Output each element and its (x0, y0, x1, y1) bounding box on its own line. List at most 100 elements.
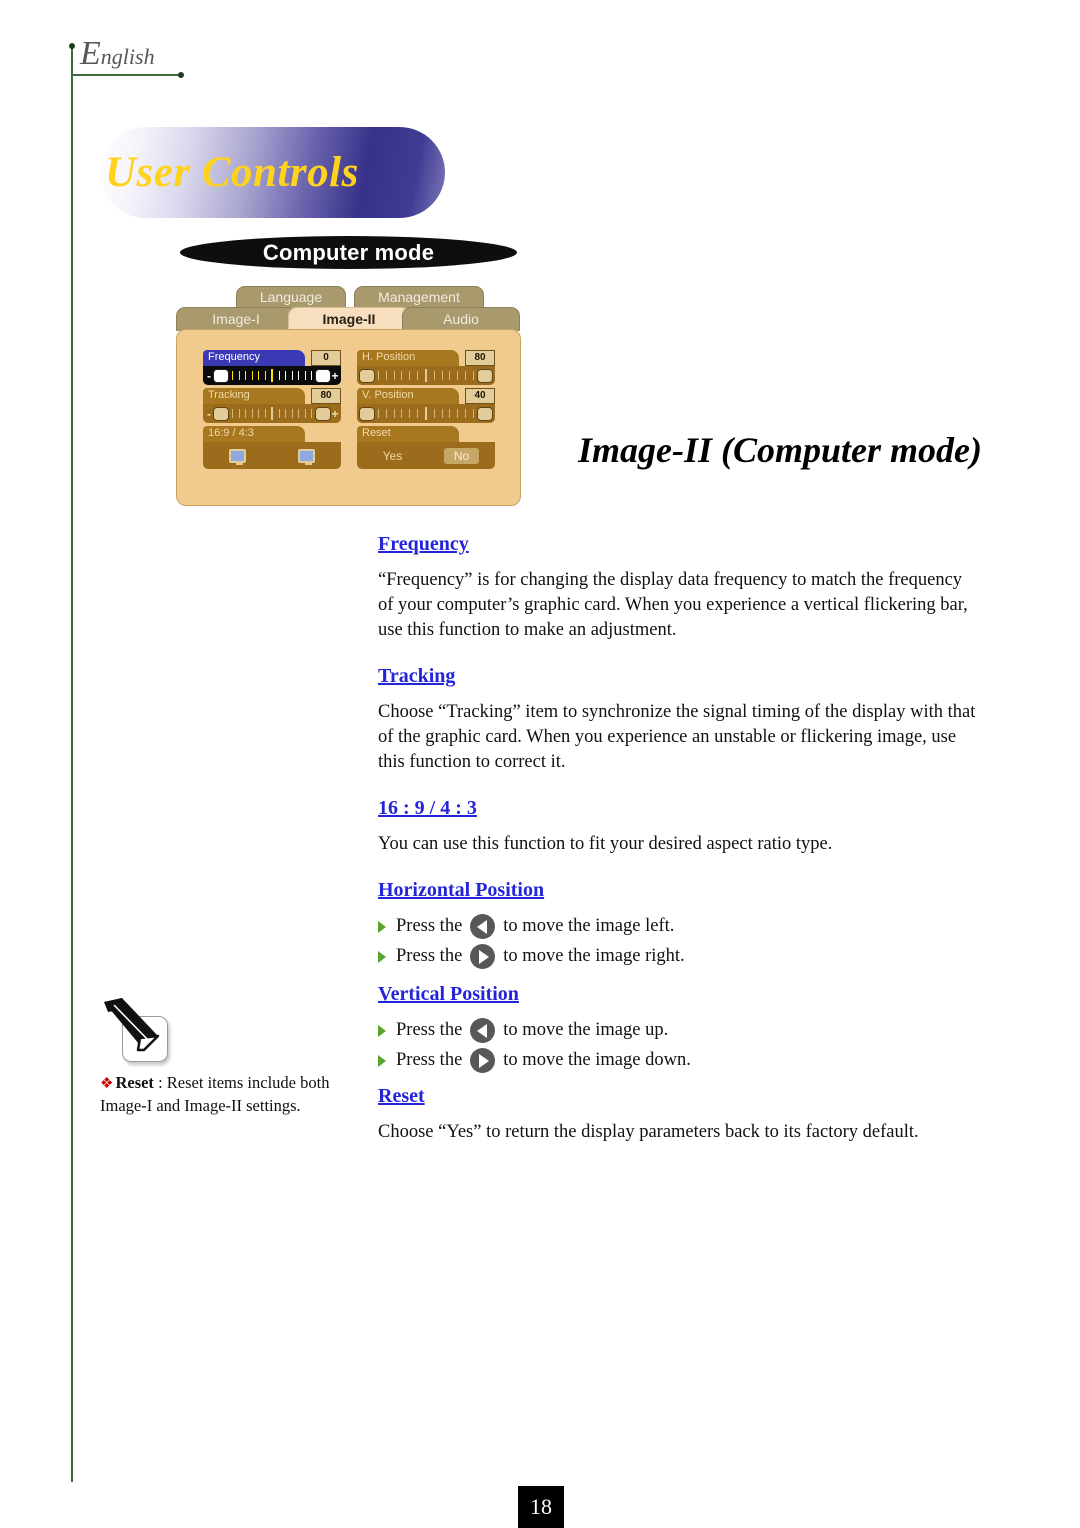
osd-item-tracking[interactable]: Tracking 80 - + (203, 388, 341, 423)
v-position-down-icon (477, 406, 493, 421)
arrow-left-icon[interactable] (470, 914, 496, 939)
section-horizontal-position: Horizontal Position Press the to move th… (378, 879, 978, 969)
osd-item-h-position-label: H. Position (357, 350, 459, 366)
osd-minus-sign[interactable]: - (205, 407, 213, 421)
section-heading-frequency: Frequency (378, 533, 469, 555)
section-tracking: Tracking Choose “Tracking” item to synch… (378, 665, 978, 775)
note-bullet-icon: ❖ (100, 1076, 114, 1092)
h-position-right-icon (477, 368, 493, 383)
osd-reset-no-button[interactable]: No (443, 447, 480, 464)
tracking-grid-large-icon (315, 406, 331, 421)
margin-note: ❖ Reset : Reset items include both Image-… (100, 998, 345, 1116)
osd-item-h-position-slider[interactable] (357, 366, 495, 385)
osd-item-frequency-slider[interactable]: - + (203, 366, 341, 385)
note-text: ❖ Reset : Reset items include both Image-… (100, 1072, 345, 1116)
section-frequency: Frequency “Frequency” is for changing th… (378, 533, 978, 643)
note-pencil-icon (100, 998, 168, 1062)
rule-dot-top (69, 43, 75, 49)
osd-item-v-position-header: V. Position 40 (357, 388, 495, 404)
osd-plus-sign[interactable]: + (331, 369, 339, 383)
arrow-right-icon[interactable] (470, 944, 496, 969)
section-heading-reset: Reset (378, 1085, 425, 1107)
bullet-item: Press the to move the image down. (378, 1048, 978, 1073)
osd-item-frequency-label: Frequency (203, 350, 305, 366)
tracking-grid-small-icon (213, 406, 229, 421)
osd-item-tracking-value: 80 (311, 388, 341, 404)
osd-item-frequency[interactable]: Frequency 0 - + (203, 350, 341, 385)
osd-item-aspect-ratio[interactable]: 16:9 / 4:3 (203, 426, 341, 469)
osd-v-position-ticks (375, 407, 477, 420)
language-label-rest: nglish (100, 44, 155, 69)
osd-item-tracking-slider[interactable]: - + (203, 404, 341, 423)
osd-item-v-position-slider[interactable] (357, 404, 495, 423)
osd-item-frequency-header: Frequency 0 (203, 350, 341, 366)
osd-tab-image-i[interactable]: Image-I (176, 307, 296, 331)
osd-item-h-position[interactable]: H. Position 80 (357, 350, 495, 385)
monitor-widescreen-icon[interactable] (229, 448, 246, 465)
osd-tab-language[interactable]: Language (236, 286, 346, 308)
section-heading-aspect-ratio: 16 : 9 / 4 : 3 (378, 797, 477, 819)
v-position-up-icon (359, 406, 375, 421)
osd-minus-sign[interactable]: - (205, 369, 213, 383)
bullet-press-label: Press the (396, 946, 463, 966)
section-heading-vertical-position: Vertical Position (378, 983, 519, 1005)
pencil-glyph (104, 998, 160, 1052)
osd-panel: Frequency 0 - + Tracking 80 - + 16:9 / 4… (176, 329, 521, 506)
osd-item-v-position-label: V. Position (357, 388, 459, 404)
section-heading-tracking: Tracking (378, 665, 456, 687)
osd-tab-row-bottom: Image-I Image-II Audio (176, 307, 521, 331)
language-label: English (80, 37, 155, 71)
rule-dot-right (178, 72, 184, 78)
page-number: 18 (518, 1486, 564, 1528)
osd-item-reset-label: Reset (357, 426, 459, 442)
arrow-right-icon[interactable] (470, 1048, 496, 1073)
bullet-triangle-icon (378, 1054, 386, 1067)
osd-reset-yes-button[interactable]: Yes (373, 448, 413, 464)
osd-tracking-ticks (229, 407, 315, 420)
frequency-small-icon (213, 368, 229, 383)
osd-item-h-position-header: H. Position 80 (357, 350, 495, 366)
osd-item-v-position[interactable]: V. Position 40 (357, 388, 495, 423)
language-label-capital: E (80, 35, 101, 72)
bullet-item: Press the to move the image right. (378, 944, 978, 969)
section-aspect-ratio: 16 : 9 / 4 : 3 You can use this function… (378, 797, 978, 857)
section-text-aspect-ratio: You can use this function to fit your de… (378, 834, 833, 854)
osd-item-h-position-value: 80 (465, 350, 495, 366)
osd-tab-image-ii[interactable]: Image-II (288, 307, 410, 331)
osd-item-aspect-header: 16:9 / 4:3 (203, 426, 341, 442)
osd-tab-audio[interactable]: Audio (402, 307, 520, 331)
section-text-reset: Choose “Yes” to return the display param… (378, 1122, 919, 1142)
osd-item-v-position-value: 40 (465, 388, 495, 404)
osd-menu: Language Management Image-I Image-II Aud… (176, 286, 521, 506)
osd-item-reset-header: Reset (357, 426, 495, 442)
section-vertical-position: Vertical Position Press the to move the … (378, 983, 978, 1073)
osd-item-reset[interactable]: Reset Yes No (357, 426, 495, 469)
osd-item-tracking-label: Tracking (203, 388, 305, 404)
osd-tab-management[interactable]: Management (354, 286, 484, 308)
osd-item-tracking-header: Tracking 80 (203, 388, 341, 404)
osd-item-aspect-label: 16:9 / 4:3 (203, 426, 305, 442)
margin-rule-horizontal (71, 74, 181, 76)
bullet-tail-label: to move the image left. (503, 916, 675, 936)
margin-rule-vertical (71, 45, 73, 1482)
arrow-left-icon[interactable] (470, 1018, 496, 1043)
bullet-triangle-icon (378, 1024, 386, 1037)
frequency-large-icon (315, 368, 331, 383)
monitor-standard-icon[interactable] (298, 448, 315, 465)
bullet-triangle-icon (378, 920, 386, 933)
chapter-title: User Controls (105, 149, 359, 196)
section-heading-horizontal-position: Horizontal Position (378, 879, 545, 901)
osd-item-aspect-options[interactable] (203, 442, 341, 469)
osd-plus-sign[interactable]: + (331, 407, 339, 421)
note-term: Reset (115, 1073, 154, 1092)
page-title: Image-II (Computer mode) (578, 430, 982, 470)
bullet-triangle-icon (378, 950, 386, 963)
article-body: Frequency “Frequency” is for changing th… (378, 533, 978, 1167)
bullet-press-label: Press the (396, 1050, 463, 1070)
section-reset: Reset Choose “Yes” to return the display… (378, 1085, 978, 1145)
bullet-tail-label: to move the image up. (503, 1020, 669, 1040)
section-text-tracking: Choose “Tracking” item to synchronize th… (378, 702, 976, 772)
osd-item-frequency-value: 0 (311, 350, 341, 366)
bullet-item: Press the to move the image up. (378, 1018, 978, 1043)
mode-badge-label: Computer mode (262, 240, 435, 265)
